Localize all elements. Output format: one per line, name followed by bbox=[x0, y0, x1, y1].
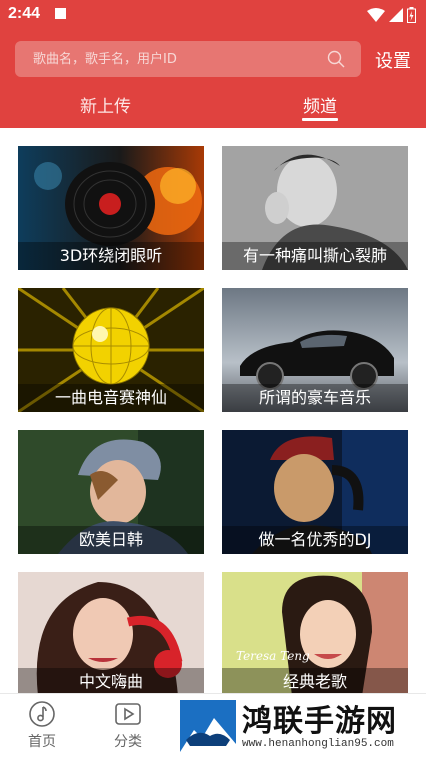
watermark-logo bbox=[180, 700, 236, 752]
nav-item-home[interactable]: 首页 bbox=[12, 700, 72, 751]
watermark: 鸿联手游网 www.henanhonglian95.com bbox=[178, 696, 422, 756]
play-box-icon bbox=[115, 703, 141, 725]
watermark-title: 鸿联手游网 bbox=[242, 704, 397, 739]
watermark-url: www.henanhonglian95.com bbox=[242, 738, 394, 750]
signal-icon bbox=[389, 8, 403, 22]
tab-indicator bbox=[302, 118, 338, 121]
nav-category-label: 分类 bbox=[114, 734, 142, 750]
channel-card[interactable]: 有一种痛叫撕心裂肺 bbox=[222, 146, 408, 270]
header: 设置 新上传 频道 bbox=[0, 30, 426, 128]
channel-label: 中文嗨曲 bbox=[18, 668, 204, 696]
channel-card[interactable]: 欧美日韩 bbox=[18, 430, 204, 554]
settings-button[interactable]: 设置 bbox=[375, 47, 411, 73]
tab-channel[interactable]: 频道 bbox=[303, 92, 337, 117]
battery-icon bbox=[407, 7, 416, 23]
channel-label: 欧美日韩 bbox=[18, 526, 204, 554]
channel-label: 有一种痛叫撕心裂肺 bbox=[222, 242, 408, 270]
channel-card[interactable]: 所谓的豪车音乐 bbox=[222, 288, 408, 412]
channel-label: 3D环绕闭眼听 bbox=[18, 242, 204, 270]
channel-card[interactable]: 3D环绕闭眼听 bbox=[18, 146, 204, 270]
nav-item-category[interactable]: 分类 bbox=[98, 700, 158, 751]
channel-card[interactable]: Teresa Teng 经典老歌 bbox=[222, 572, 408, 696]
channel-label: 做一名优秀的DJ bbox=[222, 526, 408, 554]
search-input[interactable] bbox=[33, 41, 323, 77]
music-note-icon bbox=[29, 701, 55, 727]
search-box[interactable] bbox=[15, 41, 361, 77]
status-time: 2:44 bbox=[8, 5, 41, 22]
tab-new-upload[interactable]: 新上传 bbox=[80, 92, 131, 117]
wifi-icon bbox=[367, 8, 385, 22]
status-icons bbox=[367, 6, 416, 24]
channel-card[interactable]: 一曲电音赛神仙 bbox=[18, 288, 204, 412]
status-bar: 2:44 bbox=[0, 0, 426, 30]
nav-home-label: 首页 bbox=[28, 734, 56, 750]
channel-label: 一曲电音赛神仙 bbox=[18, 384, 204, 412]
notification-icon bbox=[55, 8, 66, 19]
channel-label: 经典老歌 bbox=[222, 668, 408, 696]
channel-label: 所谓的豪车音乐 bbox=[222, 384, 408, 412]
channel-card[interactable]: 中文嗨曲 bbox=[18, 572, 204, 696]
svg-text:Teresa Teng: Teresa Teng bbox=[236, 649, 310, 663]
channel-card[interactable]: 做一名优秀的DJ bbox=[222, 430, 408, 554]
search-icon[interactable] bbox=[327, 50, 345, 68]
